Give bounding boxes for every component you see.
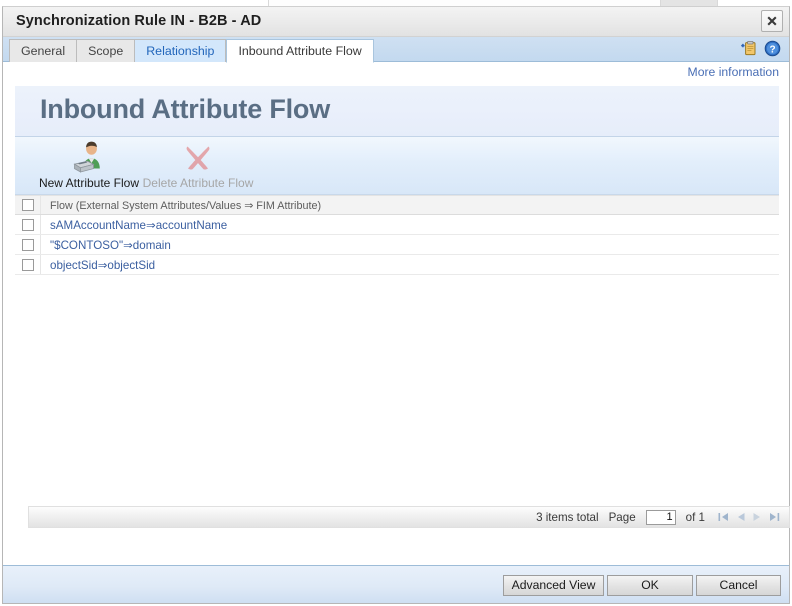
delete-x-icon xyxy=(137,140,259,174)
items-total-label: 3 items total xyxy=(536,510,599,524)
previous-page-icon[interactable] xyxy=(735,511,747,523)
cancel-button[interactable]: Cancel xyxy=(696,575,781,596)
table-row[interactable]: sAMAccountName⇒accountName xyxy=(15,215,779,235)
help-question-icon[interactable]: ? xyxy=(764,40,781,57)
next-page-icon[interactable] xyxy=(751,511,763,523)
row-flow-link[interactable]: objectSid⇒objectSid xyxy=(41,258,155,272)
tab-general[interactable]: General xyxy=(9,39,77,62)
tab-inbound-attribute-flow[interactable]: Inbound Attribute Flow xyxy=(226,39,374,63)
new-user-attribute-icon xyxy=(29,140,149,174)
grid-pager: 3 items total Page of 1 xyxy=(28,506,790,528)
tab-strip: General Scope Relationship Inbound Attri… xyxy=(3,37,789,63)
close-button[interactable] xyxy=(761,10,783,32)
row-checkbox[interactable] xyxy=(21,258,34,271)
advanced-view-button[interactable]: Advanced View xyxy=(503,575,604,596)
tab-scope[interactable]: Scope xyxy=(76,39,135,62)
page-of-label: of 1 xyxy=(685,510,705,524)
dialog-footer: Advanced View OK Cancel xyxy=(3,565,789,603)
delete-attribute-flow-button[interactable]: Delete Attribute Flow xyxy=(137,140,259,190)
more-information-row: More information xyxy=(3,62,789,84)
page-number-input[interactable] xyxy=(645,509,676,525)
table-row[interactable]: "$CONTOSO"⇒domain xyxy=(15,235,779,255)
svg-text:?: ? xyxy=(769,44,775,55)
dialog-titlebar: Synchronization Rule IN - B2B - AD xyxy=(3,7,789,37)
grid-header-row: Flow (External System Attributes/Values … xyxy=(15,195,779,215)
page-title: Inbound Attribute Flow xyxy=(40,94,331,124)
table-row[interactable]: objectSid⇒objectSid xyxy=(15,255,779,275)
panel-header: Inbound Attribute Flow xyxy=(15,86,779,137)
tab-list: General Scope Relationship Inbound Attri… xyxy=(9,39,374,63)
new-attribute-flow-button[interactable]: New Attribute Flow xyxy=(29,140,149,190)
attribute-flow-grid: Flow (External System Attributes/Values … xyxy=(15,195,779,275)
tab-strip-icons: ? xyxy=(740,40,781,57)
row-checkbox-cell xyxy=(15,255,41,274)
grid-header-checkbox-cell xyxy=(15,196,41,214)
first-page-icon[interactable] xyxy=(717,511,731,523)
row-flow-link[interactable]: sAMAccountName⇒accountName xyxy=(41,218,227,232)
tab-relationship[interactable]: Relationship xyxy=(134,39,227,62)
row-flow-link[interactable]: "$CONTOSO"⇒domain xyxy=(41,238,171,252)
close-x-icon xyxy=(767,16,777,26)
grid-column-header-flow: Flow (External System Attributes/Values … xyxy=(50,199,322,212)
row-checkbox[interactable] xyxy=(21,218,34,231)
page-label: Page xyxy=(608,510,636,524)
ok-button[interactable]: OK xyxy=(607,575,693,596)
more-information-link[interactable]: More information xyxy=(688,65,779,79)
select-all-checkbox[interactable] xyxy=(21,199,34,211)
new-attribute-flow-label: New Attribute Flow xyxy=(38,176,140,190)
add-clipboard-icon[interactable] xyxy=(740,40,757,57)
row-checkbox[interactable] xyxy=(21,238,34,251)
delete-attribute-flow-label: Delete Attribute Flow xyxy=(142,176,254,190)
row-checkbox-cell xyxy=(15,215,41,234)
dialog-title: Synchronization Rule IN - B2B - AD xyxy=(16,13,262,29)
content-panel: Inbound Attribute Flow New Attribute Flo… xyxy=(15,86,790,541)
sync-rule-dialog: Synchronization Rule IN - B2B - AD Gener… xyxy=(2,6,790,604)
row-checkbox-cell xyxy=(15,235,41,254)
panel-toolbar: New Attribute Flow Delete Attribute Flow xyxy=(15,137,779,195)
pager-navigation xyxy=(717,511,781,523)
last-page-icon[interactable] xyxy=(767,511,781,523)
